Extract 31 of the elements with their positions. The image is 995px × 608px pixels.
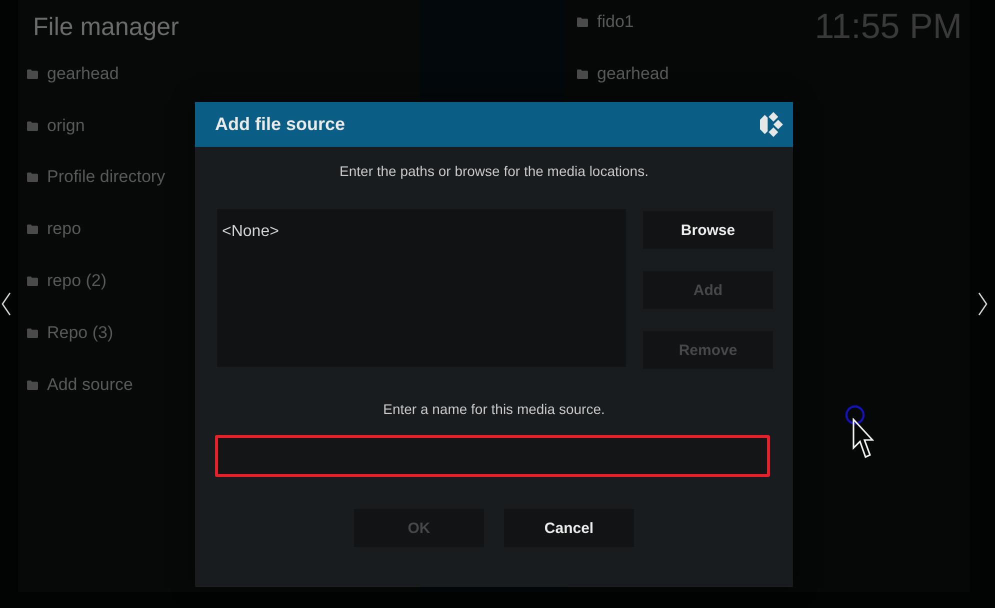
folder-name[interactable]: orign bbox=[47, 116, 85, 136]
folder-name[interactable]: fido1 bbox=[597, 12, 634, 32]
folder-name[interactable]: repo bbox=[47, 219, 82, 240]
folder-name[interactable]: Add source bbox=[47, 374, 133, 395]
diamond-logo-icon bbox=[760, 112, 783, 137]
chevron-left-icon[interactable] bbox=[1, 292, 11, 316]
folder-name[interactable]: Profile directory bbox=[47, 167, 166, 188]
folder-icon bbox=[27, 380, 38, 390]
name-prompt: Enter a name for this media source. bbox=[382, 400, 606, 419]
name-input-field[interactable] bbox=[215, 435, 770, 477]
folder-icon bbox=[27, 276, 38, 286]
page-title: File manager bbox=[32, 12, 180, 42]
dialog-button[interactable]: Browse bbox=[643, 211, 773, 249]
folder-icon bbox=[27, 120, 38, 131]
dialog-title: Add file source bbox=[215, 114, 346, 135]
folder-icon bbox=[27, 328, 38, 338]
folder-icon bbox=[577, 16, 588, 27]
folder-icon bbox=[27, 172, 38, 182]
chevron-right-icon[interactable] bbox=[978, 292, 988, 316]
folder-name[interactable]: gearhead bbox=[47, 64, 119, 84]
path-entry[interactable]: <None> bbox=[222, 222, 279, 242]
folder-name[interactable]: gearhead bbox=[597, 64, 669, 84]
folder-name[interactable]: repo (2) bbox=[47, 271, 107, 292]
click-circle-icon bbox=[845, 405, 865, 425]
mouse-pointer-icon bbox=[852, 418, 874, 460]
dialog-button[interactable]: Cancel bbox=[504, 509, 634, 547]
paths-prompt: Enter the paths or browse for the media locations. bbox=[338, 162, 650, 181]
folder-name[interactable]: Repo (3) bbox=[47, 322, 114, 343]
folder-icon bbox=[577, 68, 588, 79]
folder-icon bbox=[27, 224, 38, 234]
folder-icon bbox=[27, 68, 38, 79]
